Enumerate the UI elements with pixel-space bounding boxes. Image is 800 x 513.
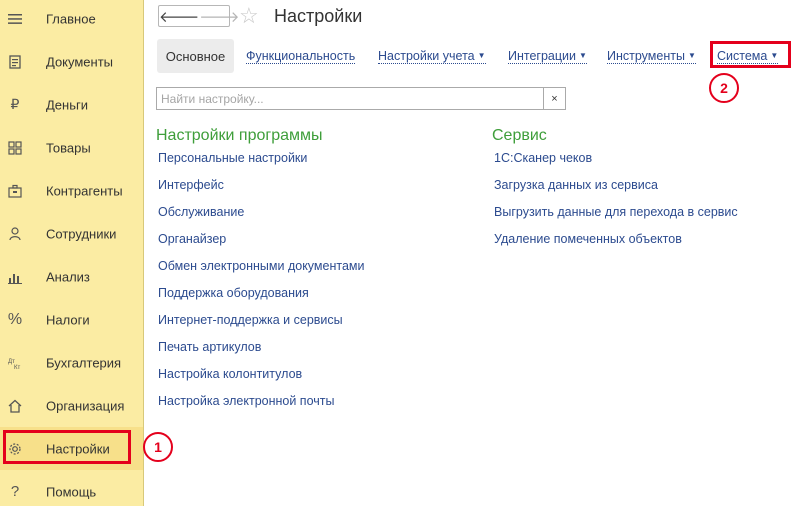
link-load-from-service[interactable]: Загрузка данных из сервиса [494,178,658,192]
sidebar-item-label: Настройки [46,441,110,456]
sidebar-item-label: Контрагенты [46,183,123,198]
link-maintenance[interactable]: Обслуживание [158,205,244,219]
sidebar-item-employees[interactable]: Сотрудники [0,212,143,255]
help-icon: ? [10,483,20,500]
sidebar-item-label: Деньги [46,97,88,112]
link-equipment-support[interactable]: Поддержка оборудования [158,286,309,300]
search-box: × [156,87,566,110]
page-title: Настройки [274,6,363,26]
search-input[interactable] [157,88,543,109]
tab-tools[interactable]: Инструменты ▼ [607,49,696,64]
back-button[interactable]: 🡐 [159,6,199,26]
sidebar-item-label: Товары [46,140,91,155]
forward-button[interactable]: 🡒 [199,6,239,26]
person-icon [7,226,23,242]
callout-1: 1 [143,432,173,462]
link-edi-exchange[interactable]: Обмен электронными документами [158,259,364,273]
link-header-footer-settings[interactable]: Настройка колонтитулов [158,367,302,381]
tab-basic[interactable]: Основное [157,39,234,73]
arrow-right-icon: 🡒 [199,8,240,26]
tab-system[interactable]: Система ▼ [717,49,779,64]
caret-down-icon: ▼ [770,51,779,60]
sidebar-item-label: Сотрудники [46,226,117,241]
sidebar-item-organization[interactable]: Организация [0,384,143,427]
sidebar-item-label: Налоги [46,312,90,327]
tab-integrations[interactable]: Интеграции ▼ [508,49,587,64]
home-icon [7,398,23,414]
link-print-articles[interactable]: Печать артикулов [158,340,261,354]
accounting-icon: Дт Кт [7,355,23,371]
sidebar-item-money[interactable]: ₽ Деньги [0,83,143,126]
callout-2: 2 [709,73,739,103]
sidebar-item-main[interactable]: Главное [0,0,143,40]
link-export-to-service[interactable]: Выгрузить данные для перехода в сервис [494,205,738,219]
sidebar-item-contractors[interactable]: Контрагенты [0,169,143,212]
sidebar-item-label: Анализ [46,269,90,284]
section-title-service: Сервис [492,127,547,144]
sidebar-item-label: Бухгалтерия [46,355,122,370]
tab-label: Инструменты [607,49,685,63]
percent-icon: % [7,310,23,328]
history-nav: 🡐 🡒 [158,5,239,27]
tab-accounting-settings[interactable]: Настройки учета ▼ [378,49,486,64]
sidebar-item-label: Главное [46,11,96,26]
contractors-icon [7,183,23,199]
sidebar-item-goods[interactable]: Товары [0,126,143,169]
sidebar-item-documents[interactable]: Документы [0,40,143,83]
link-internet-support[interactable]: Интернет-поддержка и сервисы [158,313,343,327]
sidebar-item-settings[interactable]: Настройки [0,427,143,470]
tab-label: Настройки учета [378,49,475,63]
caret-down-icon: ▼ [687,51,696,60]
sidebar-item-label: Документы [46,54,114,69]
clear-search-button[interactable]: × [543,88,565,109]
sidebar-item-analysis[interactable]: Анализ [0,255,143,298]
sidebar: Главное Документы ₽ Деньги Товары Контра… [0,0,144,506]
section-title-program-settings: Настройки программы [156,127,323,144]
link-interface[interactable]: Интерфейс [158,178,224,192]
link-delete-marked-objects[interactable]: Удаление помеченных объектов [494,232,682,246]
link-personal-settings[interactable]: Персональные настройки [158,151,307,165]
caret-down-icon: ▼ [579,51,587,60]
tab-functionality[interactable]: Функциональность [246,49,356,64]
link-receipt-scanner[interactable]: 1С:Сканер чеков [494,151,592,165]
sidebar-item-label: Помощь [46,484,97,499]
sidebar-item-label: Организация [46,398,125,413]
svg-text:Кт: Кт [14,365,20,370]
tab-label: Функциональность [246,49,356,63]
gear-icon [7,441,23,457]
ruble-icon: ₽ [10,96,20,112]
caret-down-icon: ▼ [477,51,486,60]
sidebar-item-taxes[interactable]: % Налоги [0,298,143,341]
link-email-settings[interactable]: Настройка электронной почты [158,394,334,408]
favorite-star-icon[interactable]: ☆ [239,3,259,29]
tab-label: Интеграции [508,49,577,63]
close-icon: × [551,92,558,105]
sidebar-item-help[interactable]: ? Помощь [0,470,143,513]
tab-label: Система [717,49,768,63]
arrow-left-icon: 🡐 [159,8,200,26]
documents-icon [7,54,23,70]
menu-icon [7,11,23,27]
goods-icon [7,140,23,156]
chart-icon [7,269,23,285]
sidebar-item-accounting[interactable]: Дт Кт Бухгалтерия [0,341,143,384]
link-organizer[interactable]: Органайзер [158,232,226,246]
